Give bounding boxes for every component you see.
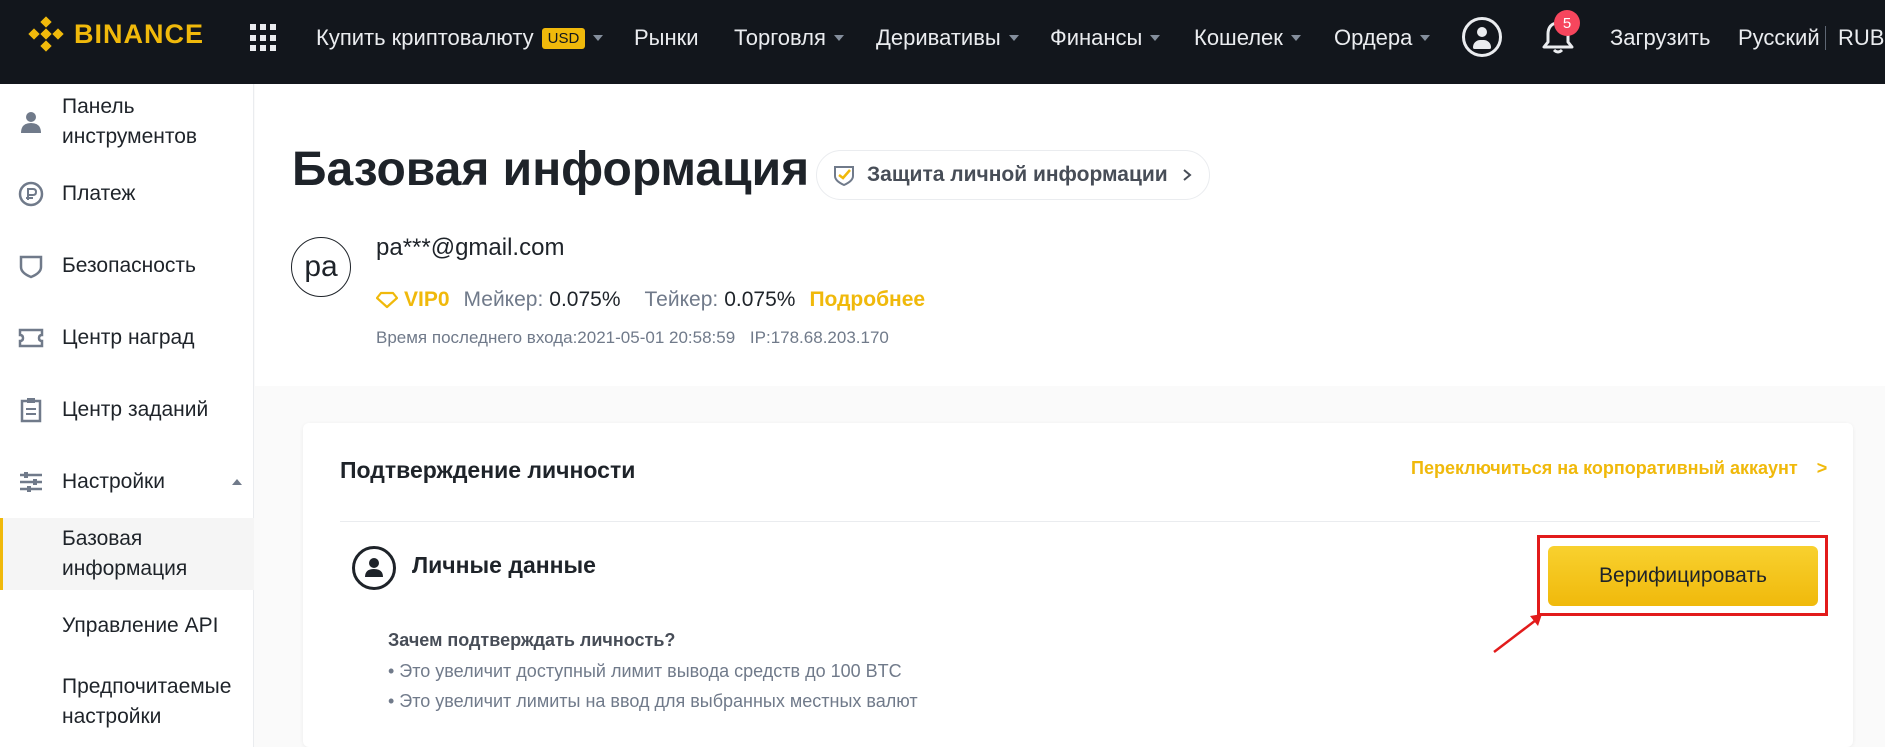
taker-fee: 0.075% [724,288,796,311]
nav-orders-label: Ордера [1334,25,1413,50]
nav-buy-crypto[interactable]: Купить криптовалюту USD [316,22,604,54]
sidebar-item-tasks[interactable]: Центр заданий [0,390,254,430]
language-selector[interactable]: Русский [1738,22,1820,54]
sidebar-item-label: Безопасность [62,254,196,277]
personal-data-icon [352,546,396,590]
sidebar-item-label: Настройки [62,470,165,493]
maker-fee: 0.075% [549,288,621,311]
sidebar-subitem-preferences[interactable]: Предпочитаемые настройки [0,662,254,747]
nav-wallet-label: Кошелек [1194,25,1283,50]
clipboard-icon [20,398,42,423]
highlight-box [1537,535,1828,616]
personal-data-title: Личные данные [412,552,596,578]
avatar: pa [291,237,351,297]
nav-finance[interactable]: Финансы [1050,22,1161,54]
last-login-ip: IP:178.68.203.170 [749,328,889,347]
nav-wallet[interactable]: Кошелек [1194,22,1301,54]
chevron-down-icon [1150,35,1161,41]
shield-check-icon [834,166,854,186]
nav-trade[interactable]: Торговля [734,22,844,54]
switch-corporate-link[interactable]: Переключиться на корпоративный аккаунт > [1411,458,1827,479]
sidebar-item-payment[interactable]: Платеж [0,174,254,214]
chevron-down-icon [593,35,604,41]
taker-label: Тейкер: [644,288,719,311]
chevron-down-icon [1290,35,1301,41]
last-login-info: Время последнего входа:2021-05-01 20:58:… [376,328,889,348]
binance-logo-icon [28,16,64,52]
chevron-down-icon [833,35,844,41]
fee-details-link[interactable]: Подробнее [809,288,925,312]
card-divider [340,521,1820,522]
nav-divider [1825,26,1826,50]
shield-icon [19,255,43,279]
vip-level: VIP0 [404,288,450,311]
ticket-icon [18,328,44,348]
sidebar-item-security[interactable]: Безопасность [0,246,254,286]
currency-selector[interactable]: RUB [1838,22,1884,54]
identity-verification-title: Подтверждение личности [340,457,636,483]
sidebar-item-label: Панель инструментов [62,95,198,148]
annotation-arrow-icon [1493,614,1542,653]
person-icon [21,112,41,133]
chevron-right-icon: > [1816,458,1828,478]
payment-icon [18,181,44,207]
privacy-protection-link[interactable]: Защита личной информации [816,150,1210,200]
nav-buy-crypto-label: Купить криптовалюту [316,25,534,50]
nav-download-label: Загрузить [1610,25,1711,50]
sidebar-item-dashboard[interactable]: Панель инструментов [0,92,254,152]
user-icon[interactable] [1462,17,1502,57]
nav-trade-label: Торговля [734,25,826,50]
nav-orders[interactable]: Ордера [1334,22,1431,54]
sidebar: Панель инструментов Платеж Безопасность … [0,84,254,747]
sliders-icon [20,472,42,492]
page-title: Базовая информация [292,143,810,196]
chevron-right-icon [1183,169,1192,181]
switch-corporate-label: Переключиться на корпоративный аккаунт [1411,458,1798,478]
nav-finance-label: Финансы [1050,25,1143,50]
sidebar-item-label: Центр заданий [62,398,209,421]
binance-logo[interactable]: BINANCE [28,14,204,54]
apps-grid-icon[interactable] [250,24,278,52]
chevron-up-icon [232,479,242,485]
notification-count-badge: 5 [1554,10,1580,36]
why-verify-title: Зачем подтверждать личность? [388,630,676,650]
currency-label: RUB [1838,25,1885,50]
sidebar-subitem-label: Управление API [62,614,219,637]
maker-label: Мейкер: [463,288,544,311]
why-verify-item: • Это увеличит доступный лимит вывода ср… [388,661,902,681]
chevron-down-icon [1420,35,1431,41]
brand-name: BINANCE [74,18,205,49]
nav-derivatives-label: Деривативы [876,25,1001,50]
sidebar-item-rewards[interactable]: Центр наград [0,318,254,358]
sidebar-subitem-api[interactable]: Управление API [0,606,254,646]
nav-markets[interactable]: Рынки [634,22,699,54]
top-navbar: BINANCE Купить криптовалюту USD Рынки То… [0,0,1885,84]
privacy-link-label: Защита личной информации [867,163,1168,186]
sidebar-item-settings[interactable]: Настройки [0,462,254,502]
user-email: pa***@gmail.com [376,234,565,261]
vip-fee-row: VIP0 Мейкер: 0.075% Тейкер: 0.075% Подро… [376,286,925,314]
nav-derivatives[interactable]: Деривативы [876,22,1019,54]
sidebar-item-label: Платеж [62,182,136,205]
last-login-time: Время последнего входа:2021-05-01 20:58:… [376,328,736,347]
diamond-icon [376,291,398,309]
chevron-down-icon [1008,35,1019,41]
sidebar-subitem-label: Базовая информация [62,527,188,580]
sidebar-subitem-label: Предпочитаемые настройки [62,675,232,728]
nav-markets-label: Рынки [634,25,699,50]
why-verify-item: • Это увеличит лимиты на ввод для выбран… [388,691,918,711]
language-label: Русский [1738,25,1820,50]
usd-badge: USD [541,27,586,49]
sidebar-item-label: Центр наград [62,326,195,349]
nav-download[interactable]: Загрузить [1610,22,1710,54]
sidebar-subitem-basic-info[interactable]: Базовая информация [0,518,254,590]
